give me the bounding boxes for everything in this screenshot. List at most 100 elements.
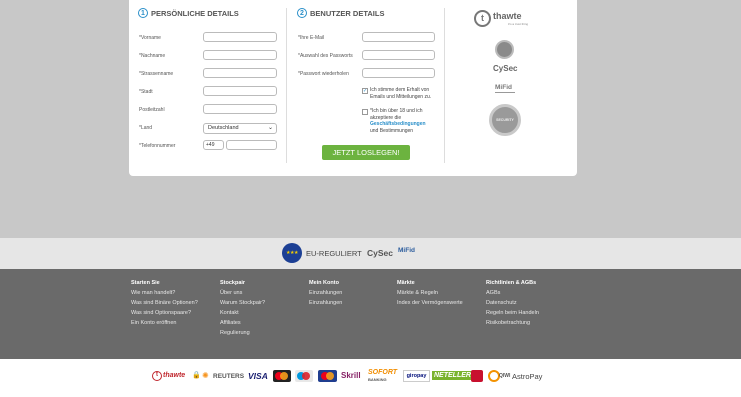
sofort-banking-text: BANKING xyxy=(368,377,387,382)
password-repeat-label: *Passwort wiederholen xyxy=(298,71,349,77)
thawte-tagline: it's a trust thing xyxy=(508,22,529,26)
footer-column-policies: Richtlinien & AGBs AGBs Datenschutz Rege… xyxy=(486,280,539,330)
thawte-badge: t thawte it's a trust thing xyxy=(474,9,536,29)
footer-link[interactable]: Was sind Optionspaare? xyxy=(131,310,198,316)
step-1-badge: 1 xyxy=(138,8,148,18)
footer-link[interactable]: Datenschutz xyxy=(486,300,539,306)
footer-heading: Starten Sie xyxy=(131,280,160,286)
eu-flag-icon: ★★★ xyxy=(282,243,302,263)
street-input[interactable] xyxy=(203,68,277,78)
country-label: *Land xyxy=(139,125,153,131)
footer-link[interactable]: Kontakt xyxy=(220,310,265,316)
city-input[interactable] xyxy=(203,86,277,96)
column-divider xyxy=(286,8,287,163)
maestro-logo xyxy=(295,370,313,382)
footer-link[interactable]: Affiliates xyxy=(220,320,265,326)
lock-icon: 🔒 xyxy=(192,372,201,379)
footer-link[interactable]: Einzahlungen xyxy=(309,290,342,296)
step-2-badge: 2 xyxy=(297,8,307,18)
sofort-logo: SOFORT xyxy=(368,369,398,376)
user-details-title: BENUTZER DETAILS xyxy=(310,8,385,18)
firstname-label: *Vorname xyxy=(139,35,161,41)
lastname-input[interactable] xyxy=(203,50,277,60)
password-repeat-input[interactable] xyxy=(362,68,435,78)
phone-label: *Telefonnummer xyxy=(139,143,176,149)
cysec-seal-icon xyxy=(495,40,514,59)
firstname-input[interactable] xyxy=(203,32,277,42)
footer-heading: Stockpair xyxy=(220,280,246,286)
thawte-payment-logo: thawte xyxy=(163,372,186,379)
footer-link[interactable]: Über uns xyxy=(220,290,265,296)
footer-link[interactable]: Risikobetrachtung xyxy=(486,320,539,326)
footer-link[interactable]: Einzahlungen xyxy=(309,300,342,306)
country-value: Deutschland xyxy=(208,125,239,131)
regulation-strip: ★★★ EU-REGULIERT CySec MiFid xyxy=(0,238,741,269)
footer-link[interactable]: Ein Konto eröffnen xyxy=(131,320,198,326)
email-label: *Ihre E-Mail xyxy=(298,35,325,41)
footer-link[interactable]: Warum Stockpair? xyxy=(220,300,265,306)
newsletter-consent-text: Ich stimme dem Erhalt von Emails und Mit… xyxy=(370,87,432,100)
terms-consent-text: *Ich bin über 18 und ich akzeptiere die … xyxy=(370,108,435,134)
mastercard-blue-logo xyxy=(318,370,337,382)
footer-link[interactable]: Regeln beim Handeln xyxy=(486,310,539,316)
street-label: *Strassenname xyxy=(139,71,174,77)
footer-link[interactable]: Märkte & Regeln xyxy=(397,290,463,296)
password-input[interactable] xyxy=(362,50,435,60)
site-footer: Starten Sie Wie man handelt? Was sind Bi… xyxy=(0,269,741,359)
skrill-logo: Skrill xyxy=(341,371,361,380)
maestro-red-circle xyxy=(302,372,310,380)
terms-link[interactable]: Geschäftsbedingungen xyxy=(370,121,426,127)
mastercard-logo xyxy=(273,370,291,382)
thawte-icon: t xyxy=(474,10,491,27)
personal-details-heading: 1 PERSÖNLICHE DETAILS xyxy=(138,8,239,18)
reuters-dots-icon: ✺ xyxy=(202,371,209,380)
security-seal-icon: SECURITY xyxy=(489,104,521,136)
footer-heading: Richtlinien & AGBs xyxy=(486,280,537,286)
terms-consent-post: und Bestimmungen xyxy=(370,127,414,134)
card-yellow-circle xyxy=(326,372,334,380)
user-details-heading: 2 BENUTZER DETAILS xyxy=(297,8,384,18)
footer-link[interactable]: Wie man handelt? xyxy=(131,290,198,296)
submit-button[interactable]: JETZT LOSLEGEN! xyxy=(322,145,410,160)
footer-link[interactable]: Index der Vermögenswerte xyxy=(397,300,463,306)
reuters-logo: REUTERS xyxy=(213,373,245,380)
mifid-underline xyxy=(495,92,515,93)
payment-logos-bar: t thawte 🔒 ✺ REUTERS VISA Skrill SOFORT … xyxy=(0,359,741,397)
personal-details-title: PERSÖNLICHE DETAILS xyxy=(151,8,239,18)
email-input[interactable] xyxy=(362,32,435,42)
giropay-logo: giropay xyxy=(403,370,430,382)
lastname-label: *Nachname xyxy=(139,53,166,59)
footer-column-stockpair: Stockpair Über uns Warum Stockpair? Kont… xyxy=(220,280,265,340)
astropay-logo: AstroPay xyxy=(512,372,543,381)
neteller-logo: NETELLER xyxy=(432,371,473,380)
mifid-strip-logo: MiFid xyxy=(398,247,415,254)
mastercard-yellow-circle xyxy=(280,372,288,380)
mifid-badge-text: MiFid xyxy=(495,84,512,91)
footer-link[interactable]: Was sind Binäre Optionen? xyxy=(131,300,198,306)
city-label: *Stadt xyxy=(139,89,153,95)
bank-transfer-icon xyxy=(471,370,483,382)
thawte-logo-text: thawte xyxy=(493,11,522,21)
password-label: *Auswahl des Passworts xyxy=(298,53,353,59)
column-divider-2 xyxy=(444,8,445,163)
cysec-strip-logo: CySec xyxy=(367,248,393,258)
postcode-input[interactable] xyxy=(203,104,277,114)
phone-prefix-input[interactable]: +49 xyxy=(203,140,224,150)
footer-column-markets: Märkte Märkte & Regeln Index der Vermöge… xyxy=(397,280,463,310)
terms-checkbox[interactable] xyxy=(362,109,368,115)
country-select[interactable]: Deutschland ⌄ xyxy=(203,123,277,134)
eu-regulated-text: EU-REGULIERT xyxy=(306,249,362,258)
footer-column-start: Starten Sie Wie man handelt? Was sind Bi… xyxy=(131,280,198,330)
footer-heading: Märkte xyxy=(397,280,415,286)
visa-logo: VISA xyxy=(248,371,268,381)
footer-link[interactable]: AGBs xyxy=(486,290,539,296)
footer-link[interactable]: Regulierung xyxy=(220,330,265,336)
footer-heading: Mein Konto xyxy=(309,280,339,286)
phone-input[interactable] xyxy=(226,140,277,150)
footer-column-account: Mein Konto Einzahlungen Einzahlungen xyxy=(309,280,342,310)
thawte-small-icon: t xyxy=(152,371,162,381)
qiwi-logo: QIWI xyxy=(499,373,511,379)
terms-consent-pre: *Ich bin über 18 und ich akzeptiere die xyxy=(370,108,423,121)
newsletter-checkbox[interactable]: ✓ xyxy=(362,88,368,94)
chevron-down-icon: ⌄ xyxy=(267,125,273,131)
